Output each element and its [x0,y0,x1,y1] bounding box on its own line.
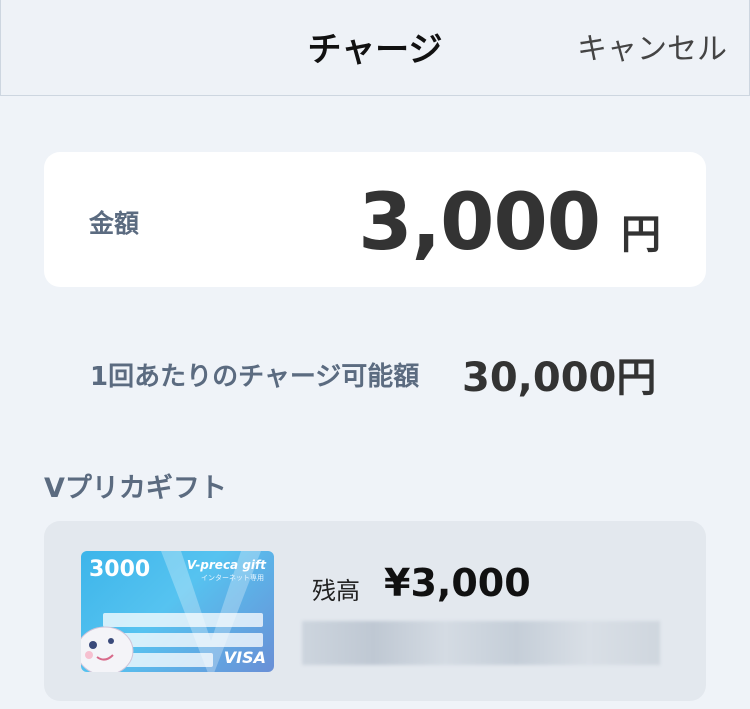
redacted-card-number [302,621,660,665]
header-bar: チャージ キャンセル [0,0,750,96]
amount-label: 金額 [89,209,140,238]
card-image: 3000 V-preca gift インターネット専用 VISA [81,551,274,672]
card-brand: V-preca gift [186,558,266,572]
limit-value: 30,000円 [462,355,657,401]
gift-card-item[interactable]: 3000 V-preca gift インターネット専用 VISA 残高 ¥3,0… [44,521,706,701]
section-title: Vプリカギフト [44,473,227,504]
limit-label: 1回あたりのチャージ可能額 [90,362,420,392]
balance-label: 残高 [312,577,360,605]
mascot-icon [81,626,134,672]
amount-card[interactable]: 金額 3,000 円 [44,152,706,287]
balance-value: ¥3,000 [384,561,531,605]
amount-value[interactable]: 3,000 [358,178,601,268]
visa-logo: VISA [223,648,266,667]
card-face-value: 3000 [89,557,151,582]
amount-unit: 円 [621,212,661,258]
cancel-button[interactable]: キャンセル [577,24,727,68]
card-subtext: インターネット専用 [201,574,264,582]
